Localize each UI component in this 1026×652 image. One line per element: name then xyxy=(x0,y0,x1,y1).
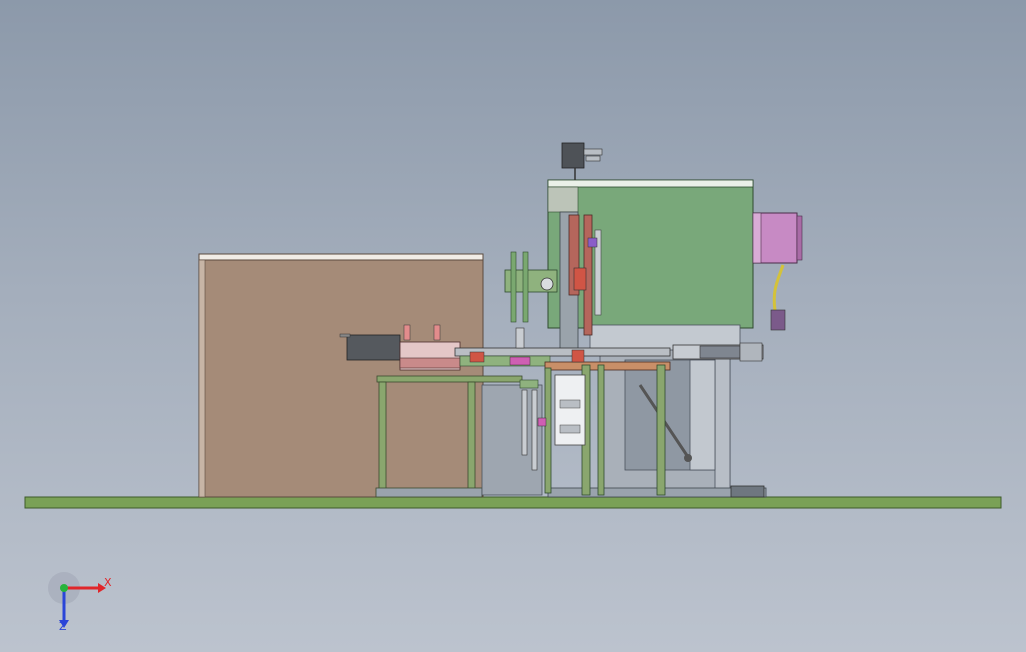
orientation-triad: X Z Y xyxy=(40,570,130,640)
y-axis-dot xyxy=(60,584,68,592)
right-horizontal-cylinder[interactable] xyxy=(672,342,764,362)
machine-assembly-model[interactable] xyxy=(0,0,1026,652)
triad-graphic xyxy=(48,572,106,628)
die-block[interactable] xyxy=(554,374,586,446)
servo-motor[interactable] xyxy=(752,212,803,331)
cad-viewport[interactable]: X Z Y xyxy=(0,0,1026,652)
tan-cover-box[interactable] xyxy=(198,253,484,498)
top-sensor-unit[interactable] xyxy=(561,142,603,180)
z-axis-label: Z xyxy=(59,620,67,633)
base-plate[interactable] xyxy=(24,496,1002,509)
x-axis-label: X xyxy=(104,576,112,589)
